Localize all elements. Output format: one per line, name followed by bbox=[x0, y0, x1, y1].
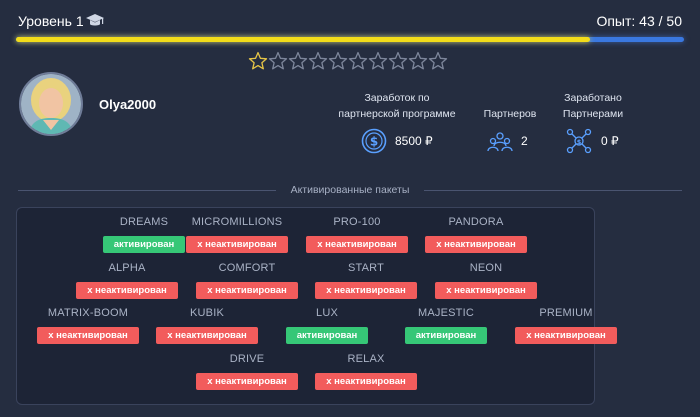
package-status-inactive-badge[interactable]: x неактивирован bbox=[315, 282, 417, 299]
avatar[interactable] bbox=[19, 72, 83, 136]
package-name: DRIVE bbox=[229, 353, 265, 365]
package-item: DRIVE x неактивирован bbox=[192, 353, 302, 390]
avatar-photo bbox=[21, 74, 81, 134]
packages-section-title: Активированные пакеты bbox=[290, 184, 410, 196]
level-row: Уровень 1 Опыт: 43 / 50 bbox=[18, 12, 682, 32]
package-name: KUBIK bbox=[189, 307, 224, 319]
star-filled-icon bbox=[248, 51, 268, 70]
package-status-inactive-badge[interactable]: x неактивирован bbox=[435, 282, 537, 299]
xp-progress-bar bbox=[16, 37, 684, 42]
earnings-value: 8500 ₽ bbox=[395, 134, 433, 148]
package-status-active-badge[interactable]: активирован bbox=[286, 327, 368, 344]
package-status-inactive-badge[interactable]: x неактивирован bbox=[306, 236, 408, 253]
dollar-coin-icon: $ bbox=[361, 128, 387, 154]
package-item: START x неактивирован bbox=[311, 262, 421, 299]
star-empty-icon bbox=[288, 51, 308, 70]
package-name: RELAX bbox=[347, 353, 385, 365]
package-status-inactive-badge[interactable]: x неактивирован bbox=[315, 373, 417, 390]
level-label: Уровень 1 bbox=[18, 13, 84, 29]
star-empty-icon bbox=[328, 51, 348, 70]
earned-value: 0 ₽ bbox=[601, 134, 619, 148]
package-item: MATRIX-BOOM x неактивирован bbox=[33, 307, 143, 344]
package-status-inactive-badge[interactable]: x неактивирован bbox=[196, 282, 298, 299]
network-icon: $ bbox=[566, 128, 592, 154]
package-status-inactive-badge[interactable]: x неактивирован bbox=[186, 236, 288, 253]
package-item: KUBIK x неактивирован bbox=[152, 307, 262, 344]
star-empty-icon bbox=[268, 51, 288, 70]
star-empty-icon bbox=[368, 51, 388, 70]
earned-label: Заработано Партнерами bbox=[562, 92, 624, 120]
package-item: RELAX x неактивирован bbox=[311, 353, 421, 390]
team-icon bbox=[487, 132, 513, 152]
package-item: COMFORT x неактивирован bbox=[192, 262, 302, 299]
package-item: ALPHA x неактивирован bbox=[72, 262, 182, 299]
package-name: ALPHA bbox=[108, 262, 146, 274]
star-empty-icon bbox=[428, 51, 448, 70]
package-name: PRO-100 bbox=[333, 216, 381, 228]
svg-text:$: $ bbox=[370, 135, 378, 149]
package-item: MICROMILLIONS x неактивирован bbox=[182, 216, 292, 253]
package-status-inactive-badge[interactable]: x неактивирован bbox=[425, 236, 527, 253]
package-status-inactive-badge[interactable]: x неактивирован bbox=[37, 327, 139, 344]
packages-panel: DREAMS активирован MICROMILLIONS x неактиви… bbox=[16, 207, 617, 405]
star-rating bbox=[248, 51, 448, 71]
package-name: COMFORT bbox=[218, 262, 276, 274]
star-empty-icon bbox=[348, 51, 368, 70]
package-name: MICROMILLIONS bbox=[191, 216, 283, 228]
package-item: MAJESTIC активирован bbox=[391, 307, 501, 344]
package-name: MATRIX-BOOM bbox=[47, 307, 129, 319]
star-empty-icon bbox=[408, 51, 428, 70]
graduation-cap-icon bbox=[86, 14, 104, 26]
earnings-label: Заработок по партнерской программе bbox=[338, 92, 456, 120]
package-name: PANDORA bbox=[448, 216, 504, 228]
package-name: PREMIUM bbox=[539, 307, 593, 319]
package-item: NEON x неактивирован bbox=[431, 262, 541, 299]
package-name: START bbox=[347, 262, 385, 274]
package-item: PRO-100 x неактивирован bbox=[302, 216, 412, 253]
package-item: LUX активирован bbox=[272, 307, 382, 344]
partners-value: 2 bbox=[521, 134, 528, 148]
star-empty-icon bbox=[388, 51, 408, 70]
xp-progress-fill bbox=[16, 37, 591, 42]
package-item: PANDORA x неактивирован bbox=[421, 216, 531, 253]
svg-text:$: $ bbox=[577, 138, 582, 146]
username: Olya2000 bbox=[99, 97, 157, 112]
xp-label: Опыт: 43 / 50 bbox=[596, 13, 682, 29]
package-name: MAJESTIC bbox=[418, 307, 474, 319]
package-status-inactive-badge[interactable]: x неактивирован bbox=[196, 373, 298, 390]
package-status-inactive-badge[interactable]: x неактивирован bbox=[515, 327, 617, 344]
package-name: NEON bbox=[469, 262, 503, 274]
package-name: LUX bbox=[316, 307, 338, 319]
package-status-active-badge[interactable]: активирован bbox=[103, 236, 185, 253]
partners-label: Партнеров bbox=[483, 108, 537, 120]
package-item: PREMIUM x неактивирован bbox=[511, 307, 621, 344]
package-status-inactive-badge[interactable]: x неактивирован bbox=[76, 282, 178, 299]
package-status-active-badge[interactable]: активирован bbox=[405, 327, 487, 344]
star-empty-icon bbox=[308, 51, 328, 70]
package-status-inactive-badge[interactable]: x неактивирован bbox=[156, 327, 258, 344]
